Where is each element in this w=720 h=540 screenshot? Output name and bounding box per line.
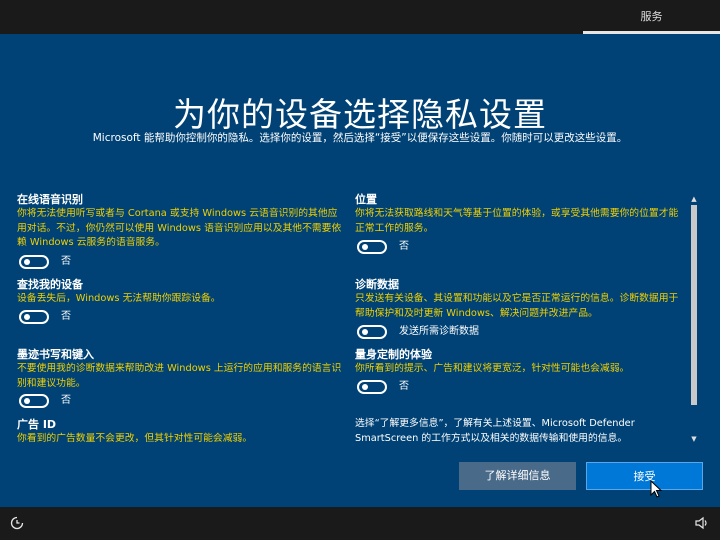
toggle-label: 否 (61, 311, 71, 322)
setting-description: 设备丢失后，Windows 无法帮助你跟踪设备。 (17, 293, 221, 304)
learn-more-button[interactable]: 了解详细信息 (459, 462, 576, 490)
toggle-switch[interactable] (357, 380, 387, 394)
setting-title: 位置 (355, 193, 377, 206)
toggle-switch[interactable] (19, 255, 49, 269)
toggle-knob (362, 384, 368, 390)
toggle-knob (24, 314, 30, 320)
setting-diagnostic-data: 诊断数据 只发送有关设备、其设置和功能以及它是否正常运行的信息。诊断数据用于帮助… (355, 277, 685, 321)
toggle-switch[interactable] (19, 310, 49, 324)
scroll-down-arrow-icon[interactable]: ▼ (690, 434, 698, 444)
toggle-switch[interactable] (19, 394, 49, 408)
scroll-thumb[interactable] (691, 205, 697, 405)
tab-service[interactable]: 服务 (583, 0, 720, 34)
setting-description: 只发送有关设备、其设置和功能以及它是否正常运行的信息。诊断数据用于帮助保护和及时… (355, 293, 679, 319)
volume-icon[interactable] (694, 516, 710, 530)
page-title: 为你的设备选择隐私设置 (173, 95, 547, 134)
toggle-label: 发送所需诊断数据 (399, 326, 479, 337)
setting-title: 在线语音识别 (17, 193, 83, 206)
accept-button[interactable]: 接受 (586, 462, 703, 490)
more-info-text: 选择“了解更多信息”，了解有关上述设置、Microsoft Defender S… (355, 418, 635, 444)
setting-description: 你看到的广告数量不会更改，但其针对性可能会减弱。 (17, 433, 253, 444)
setting-title: 量身定制的体验 (355, 348, 432, 361)
setting-tailored-experiences: 量身定制的体验 你所看到的提示、广告和建议将更宽泛，针对性可能也会减弱。 (355, 347, 685, 377)
toggle-switch[interactable] (357, 325, 387, 339)
setting-title: 查找我的设备 (17, 278, 83, 291)
setting-location: 位置 你将无法获取路线和天气等基于位置的体验，或享受其他需要你的位置才能正常工作… (355, 192, 685, 236)
scroll-up-arrow-icon[interactable]: ▲ (690, 194, 698, 204)
setting-description: 你所看到的提示、广告和建议将更宽泛，针对性可能也会减弱。 (355, 363, 630, 374)
toggle-switch[interactable] (357, 240, 387, 254)
ease-of-access-icon[interactable] (10, 516, 24, 530)
toggle-label: 否 (399, 241, 409, 252)
toggle-label: 否 (399, 381, 409, 392)
settings-scrollbar[interactable]: ▲ ▼ (690, 194, 698, 444)
setting-find-my-device: 查找我的设备 设备丢失后，Windows 无法帮助你跟踪设备。 (17, 277, 347, 307)
bottom-bar (0, 507, 720, 540)
setting-title: 墨迹书写和键入 (17, 348, 94, 361)
page-subtitle: Microsoft 能帮助你控制你的隐私。选择你的设置，然后选择“接受”以便保存… (92, 132, 628, 144)
toggle-label: 否 (61, 395, 71, 406)
setting-inking-typing: 墨迹书写和键入 不要使用我的诊断数据来帮助改进 Windows 上运行的应用和服… (17, 347, 347, 391)
setting-description: 不要使用我的诊断数据来帮助改进 Windows 上运行的应用和服务的语言识别和建… (17, 363, 342, 389)
toggle-knob (24, 398, 30, 404)
setting-online-speech: 在线语音识别 你将无法使用听写或者与 Cortana 或支持 Windows 云… (17, 192, 347, 251)
toggle-knob (362, 329, 368, 335)
toggle-label: 否 (61, 256, 71, 267)
mouse-pointer-icon (650, 480, 662, 498)
top-bar: 服务 (0, 0, 720, 34)
toggle-knob (24, 259, 30, 265)
setting-advertising-id: 广告 ID 你看到的广告数量不会更改，但其针对性可能会减弱。 (17, 417, 347, 444)
setting-description: 你将无法获取路线和天气等基于位置的体验，或享受其他需要你的位置才能正常工作的服务… (355, 208, 679, 234)
setting-title: 诊断数据 (355, 278, 399, 291)
setting-title: 广告 ID (17, 418, 57, 431)
privacy-settings-page: 为你的设备选择隐私设置 Microsoft 能帮助你控制你的隐私。选择你的设置，… (0, 34, 720, 507)
settings-scroll-panel[interactable]: 在线语音识别 你将无法使用听写或者与 Cortana 或支持 Windows 云… (17, 192, 689, 444)
setting-description: 你将无法使用听写或者与 Cortana 或支持 Windows 云语音识别的其他… (17, 208, 342, 248)
toggle-knob (362, 244, 368, 250)
